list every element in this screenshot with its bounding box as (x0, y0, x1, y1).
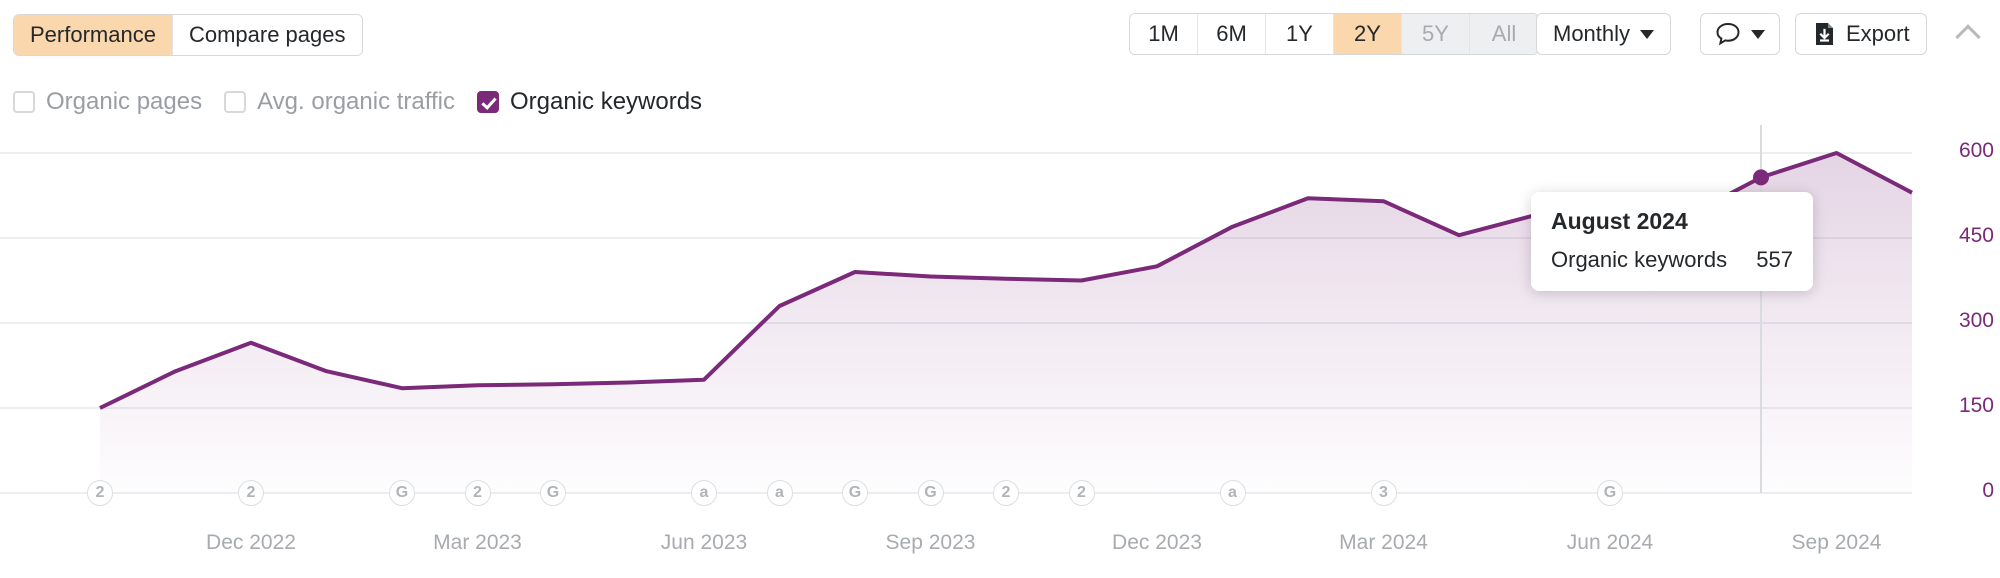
range-1m[interactable]: 1M (1130, 14, 1198, 54)
event-marker[interactable]: a (1219, 480, 1246, 506)
export-button[interactable]: Export (1795, 13, 1927, 55)
event-marker[interactable]: G (842, 480, 868, 506)
x-axis-tick-label: Dec 2023 (1112, 531, 1202, 554)
x-axis-tick-label: Jun 2024 (1566, 531, 1654, 554)
event-marker[interactable]: G (540, 480, 566, 506)
y-axis-tick-label: 450 (1958, 224, 1994, 247)
granularity-dropdown[interactable]: Monthly (1536, 13, 1672, 55)
event-marker[interactable]: 2 (993, 480, 1019, 506)
tooltip-row: Organic keywords 557 (1551, 247, 1793, 273)
granularity-label: Monthly (1553, 21, 1631, 46)
chart-plot (99, 125, 1913, 493)
tooltip-title: August 2024 (1551, 208, 1688, 234)
y-axis-tick-label: 300 (1958, 309, 1994, 332)
annotations-dropdown[interactable] (1700, 13, 1780, 55)
chevron-up-icon[interactable] (1955, 18, 1981, 44)
export-label: Export (1846, 21, 1910, 46)
legend-label-organic-keywords: Organic keywords (509, 88, 703, 115)
export-icon (1812, 22, 1836, 46)
checkbox-organic-pages[interactable] (13, 91, 35, 113)
legend-label-organic-pages: Organic pages (46, 88, 203, 115)
x-axis-tick-label: Jun 2023 (660, 531, 748, 554)
legend-label-avg-organic-traffic: Avg. organic traffic (257, 88, 455, 115)
legend-item-avg-organic-traffic[interactable]: Avg. organic traffic (224, 88, 455, 116)
range-all: All (1470, 14, 1538, 54)
event-marker[interactable]: 2 (464, 480, 491, 506)
speech-bubble-icon (1715, 22, 1741, 46)
y-axis-tick-label: 150 (1958, 394, 1994, 417)
event-marker[interactable]: 3 (1370, 480, 1397, 506)
event-marker[interactable]: a (766, 480, 793, 506)
range-5y: 5Y (1402, 14, 1470, 54)
date-range-group: 1M 6M 1Y 2Y 5Y All (1129, 13, 1539, 55)
x-axis-tick-label: Mar 2024 (1339, 531, 1428, 554)
tooltip-metric-value: 557 (1756, 247, 1793, 272)
range-6m[interactable]: 6M (1198, 14, 1266, 54)
event-marker[interactable]: G (1597, 480, 1623, 506)
event-marker[interactable]: 2 (238, 480, 264, 506)
tab-compare-pages[interactable]: Compare pages (172, 15, 362, 55)
chevron-down-icon (1640, 29, 1655, 39)
y-axis-tick-label: 0 (1982, 479, 1994, 502)
event-marker[interactable]: 2 (87, 480, 113, 506)
event-marker[interactable]: G (389, 480, 415, 506)
tab-performance[interactable]: Performance (14, 15, 173, 55)
series-legend: Organic pages Avg. organic traffic Organ… (13, 88, 702, 116)
highlighted-data-point (1753, 169, 1769, 186)
legend-item-organic-keywords[interactable]: Organic keywords (476, 88, 703, 116)
range-1y[interactable]: 1Y (1266, 14, 1334, 54)
chart-toolbar: Performance Compare pages 1M 6M 1Y 2Y 5Y… (0, 0, 2000, 70)
x-axis-tick-label: Dec 2022 (206, 531, 296, 554)
x-axis-tick-label: Sep 2023 (885, 531, 976, 554)
event-marker[interactable]: G (917, 480, 944, 506)
x-axis-tick-label: Mar 2023 (433, 531, 522, 554)
y-axis-tick-label: 600 (1958, 139, 1994, 162)
legend-item-organic-pages[interactable]: Organic pages (13, 88, 202, 116)
event-marker[interactable]: 2 (1068, 480, 1095, 506)
checkbox-avg-organic-traffic[interactable] (224, 91, 247, 113)
chevron-down-icon (1751, 29, 1765, 39)
x-axis-tick-label: Sep 2024 (1791, 531, 1882, 554)
checkbox-organic-keywords[interactable] (476, 91, 499, 113)
chart-tooltip: August 2024 Organic keywords 557 (1531, 192, 1813, 291)
event-marker[interactable]: a (691, 480, 717, 506)
range-2y[interactable]: 2Y (1334, 14, 1402, 54)
view-tab-group: Performance Compare pages (13, 14, 363, 56)
tooltip-metric-label: Organic keywords (1551, 247, 1728, 272)
